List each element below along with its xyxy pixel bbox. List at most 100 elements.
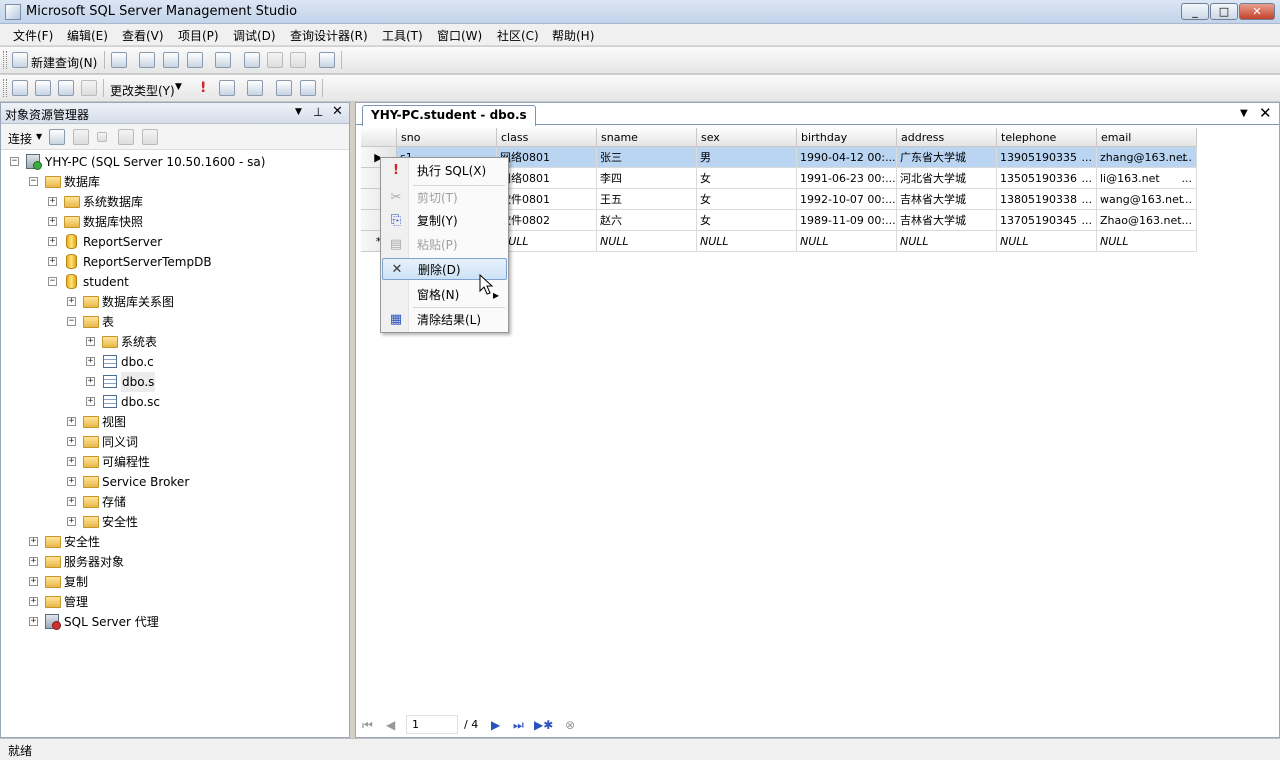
tree-node-student[interactable]: − student: [1, 272, 349, 292]
table-cell[interactable]: 13905190335...: [997, 147, 1097, 168]
tree-node-service-broker[interactable]: + Service Broker: [1, 472, 349, 492]
table-cell[interactable]: 软件0802: [497, 210, 597, 231]
xml-query-icon[interactable]: [187, 52, 203, 68]
table-cell[interactable]: 女: [697, 168, 797, 189]
tree-node-database-snapshots[interactable]: + 数据库快照: [1, 212, 349, 232]
menu-query-designer[interactable]: 查询设计器(R): [288, 27, 370, 44]
table-cell[interactable]: wang@163.net...: [1097, 189, 1197, 210]
table-cell[interactable]: 1989-11-09 00:...: [797, 210, 897, 231]
previous-record-icon[interactable]: ◀: [386, 718, 395, 732]
table-cell[interactable]: li@163.net...: [1097, 168, 1197, 189]
column-header[interactable]: sname: [597, 128, 697, 147]
expand-toggle[interactable]: +: [48, 237, 57, 246]
expand-toggle[interactable]: +: [67, 517, 76, 526]
toolbar-grip[interactable]: [3, 79, 7, 97]
pin-icon[interactable]: ⊥: [313, 105, 323, 119]
close-pane-icon[interactable]: ✕: [332, 104, 343, 119]
expand-toggle[interactable]: +: [67, 417, 76, 426]
collapse-toggle[interactable]: −: [48, 277, 57, 286]
sql-pane-icon[interactable]: [58, 80, 74, 96]
tree-node-dbo-sc[interactable]: + dbo.sc: [1, 392, 349, 412]
column-header[interactable]: birthday: [797, 128, 897, 147]
menu-project[interactable]: 项目(P): [176, 27, 221, 44]
table-cell[interactable]: 13505190336...: [997, 168, 1097, 189]
tree-node-system-databases[interactable]: + 系统数据库: [1, 192, 349, 212]
table-cell[interactable]: 吉林省大学城: [897, 210, 997, 231]
expand-toggle[interactable]: +: [29, 617, 38, 626]
new-query-icon[interactable]: [12, 52, 28, 68]
table-cell-null[interactable]: NULL: [697, 231, 797, 252]
dropdown-icon[interactable]: ▼: [295, 107, 302, 117]
menu-window[interactable]: 窗口(W): [435, 27, 484, 44]
table-cell[interactable]: 吉林省大学城: [897, 189, 997, 210]
expand-toggle[interactable]: +: [67, 297, 76, 306]
menu-item-cut[interactable]: ✂ 剪切(T): [382, 187, 507, 209]
table-cell-null[interactable]: NULL: [897, 231, 997, 252]
column-header[interactable]: class: [497, 128, 597, 147]
new-file-icon[interactable]: [111, 52, 127, 68]
diagram-pane-icon[interactable]: [12, 80, 28, 96]
table-cell[interactable]: 王五: [597, 189, 697, 210]
tree-node-db-security[interactable]: + 安全性: [1, 512, 349, 532]
tree-node-replication[interactable]: + 复制: [1, 572, 349, 592]
first-record-icon[interactable]: ⏮: [362, 718, 373, 733]
column-header[interactable]: email: [1097, 128, 1197, 147]
table-cell-null[interactable]: NULL: [1097, 231, 1197, 252]
column-header[interactable]: sex: [697, 128, 797, 147]
column-header[interactable]: telephone: [997, 128, 1097, 147]
toolbar-overflow-icon[interactable]: [322, 79, 323, 97]
expand-toggle[interactable]: +: [29, 577, 38, 586]
new-record-icon[interactable]: ▶✱: [534, 718, 553, 732]
table-cell[interactable]: 网络0801: [497, 147, 597, 168]
database-engine-query-icon[interactable]: [139, 52, 155, 68]
expand-toggle[interactable]: +: [48, 257, 57, 266]
tree-node-database-diagrams[interactable]: + 数据库关系图: [1, 292, 349, 312]
tree-node-dbo-c[interactable]: + dbo.c: [1, 352, 349, 372]
new-project-icon[interactable]: [215, 52, 231, 68]
tree-node-reportservertempdb[interactable]: + ReportServerTempDB: [1, 252, 349, 272]
group-by-icon[interactable]: [247, 80, 263, 96]
table-cell[interactable]: 1991-06-23 00:...: [797, 168, 897, 189]
table-cell[interactable]: 女: [697, 210, 797, 231]
expand-toggle[interactable]: +: [86, 377, 95, 386]
tree-node-tables[interactable]: − 表: [1, 312, 349, 332]
menu-debug[interactable]: 调试(D): [231, 27, 278, 44]
expand-toggle[interactable]: +: [29, 597, 38, 606]
expand-toggle[interactable]: +: [48, 217, 57, 226]
collapse-toggle[interactable]: −: [29, 177, 38, 186]
expand-toggle[interactable]: +: [67, 497, 76, 506]
expand-toggle[interactable]: +: [86, 357, 95, 366]
execute-sql-icon[interactable]: !: [200, 80, 206, 96]
tree-node-databases[interactable]: − 数据库: [1, 172, 349, 192]
tree-node-storage[interactable]: + 存储: [1, 492, 349, 512]
connect-object-explorer-icon[interactable]: [49, 129, 65, 145]
table-cell[interactable]: 李四: [597, 168, 697, 189]
save-icon[interactable]: [267, 52, 283, 68]
table-cell[interactable]: Zhao@163.net...: [1097, 210, 1197, 231]
tree-node-sql-server-agent[interactable]: + SQL Server 代理: [1, 612, 349, 632]
menu-item-copy[interactable]: ⎘ 复制(Y): [382, 210, 507, 232]
close-tab-icon[interactable]: ✕: [1259, 104, 1272, 122]
verify-sql-icon[interactable]: [219, 80, 235, 96]
table-cell[interactable]: zhang@163.net...: [1097, 147, 1197, 168]
table-cell[interactable]: 男: [697, 147, 797, 168]
table-cell[interactable]: 13705190345...: [997, 210, 1097, 231]
tree-node-dbo-s[interactable]: + dbo.s: [1, 372, 349, 392]
expand-toggle[interactable]: +: [29, 557, 38, 566]
menu-tools[interactable]: 工具(T): [380, 27, 425, 44]
menu-edit[interactable]: 编辑(E): [65, 27, 110, 44]
table-cell[interactable]: 广东省大学城: [897, 147, 997, 168]
table-cell[interactable]: 1990-04-12 00:...: [797, 147, 897, 168]
column-header[interactable]: sno: [397, 128, 497, 147]
tree-node-security[interactable]: + 安全性: [1, 532, 349, 552]
expand-toggle[interactable]: +: [86, 397, 95, 406]
expand-toggle[interactable]: +: [48, 197, 57, 206]
expand-toggle[interactable]: +: [86, 337, 95, 346]
table-cell-null[interactable]: NULL: [597, 231, 697, 252]
table-cell[interactable]: 赵六: [597, 210, 697, 231]
table-cell[interactable]: 网络0801: [497, 168, 597, 189]
expand-toggle[interactable]: +: [67, 457, 76, 466]
minimize-button[interactable]: _: [1181, 3, 1209, 20]
toolbar-grip[interactable]: [3, 51, 7, 69]
add-derived-table-icon[interactable]: [300, 80, 316, 96]
